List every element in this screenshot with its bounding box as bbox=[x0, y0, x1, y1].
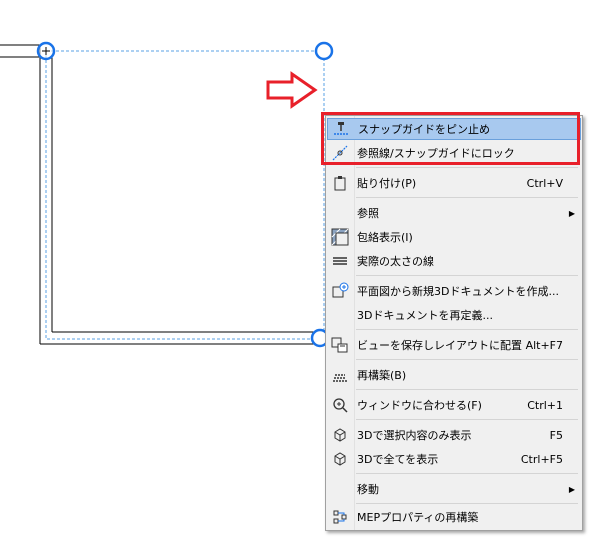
menu-item-label: 包絡表示(I) bbox=[357, 231, 413, 244]
fit-window-icon bbox=[327, 394, 353, 416]
menu-item-fit-window[interactable]: ウィンドウに合わせる(F) Ctrl+1 bbox=[327, 394, 581, 416]
menu-separator bbox=[356, 473, 578, 474]
menu-item-label: 平面図から新規3Dドキュメントを作成... bbox=[357, 285, 559, 298]
menu-item-label: ビューを保存しレイアウトに配置 bbox=[357, 339, 522, 352]
menu-item-3d-selection-only[interactable]: 3Dで選択内容のみ表示 F5 bbox=[327, 424, 581, 446]
menu-separator bbox=[356, 359, 578, 360]
menu-separator bbox=[356, 329, 578, 330]
menu-item-new-3d-document[interactable]: 平面図から新規3Dドキュメントを作成... bbox=[327, 280, 581, 302]
new-3d-document-icon bbox=[327, 280, 353, 302]
menu-separator bbox=[356, 503, 578, 504]
mep-rebuild-icon bbox=[327, 506, 353, 528]
menu-item-paste[interactable]: 貼り付け(P) Ctrl+V bbox=[327, 172, 581, 194]
line-weight-icon bbox=[327, 250, 353, 272]
menu-item-envelope-display[interactable]: 包絡表示(I) bbox=[327, 226, 581, 248]
menu-item-shortcut: F5 bbox=[549, 428, 563, 442]
3d-selection-icon bbox=[327, 424, 353, 446]
highlight-box bbox=[321, 112, 580, 165]
paste-icon bbox=[327, 172, 353, 194]
menu-item-label: 参照 bbox=[357, 207, 379, 220]
rebuild-icon bbox=[327, 364, 353, 386]
menu-separator bbox=[356, 389, 578, 390]
red-arrow-icon bbox=[266, 71, 318, 109]
hatch-icon bbox=[327, 226, 353, 248]
menu-item-label: 3Dで全てを表示 bbox=[357, 453, 439, 466]
submenu-arrow-icon: ▶ bbox=[568, 484, 575, 494]
menu-item-3d-show-all[interactable]: 3Dで全てを表示 Ctrl+F5 bbox=[327, 448, 581, 470]
menu-item-label: 3Dドキュメントを再定義... bbox=[357, 309, 493, 322]
menu-item-label: 移動 bbox=[357, 483, 379, 496]
menu-item-label: MEPプロパティの再構築 bbox=[357, 511, 479, 524]
corner-handle-top-right[interactable] bbox=[314, 41, 334, 61]
menu-item-label: 実際の太さの線 bbox=[357, 255, 434, 268]
menu-item-save-view-layout[interactable]: ビューを保存しレイアウトに配置 Alt+F7 bbox=[327, 334, 581, 356]
menu-separator bbox=[356, 167, 578, 168]
submenu-arrow-icon: ▶ bbox=[568, 208, 575, 218]
menu-item-move[interactable]: 移動 ▶ bbox=[327, 478, 581, 500]
menu-item-shortcut: Ctrl+F5 bbox=[520, 452, 563, 466]
menu-separator bbox=[356, 197, 578, 198]
menu-item-label: 3Dで選択内容のみ表示 bbox=[357, 429, 472, 442]
3d-all-icon bbox=[327, 448, 353, 470]
menu-item-reference[interactable]: 参照 ▶ bbox=[327, 202, 581, 224]
menu-item-shortcut: Ctrl+1 bbox=[527, 398, 563, 412]
menu-item-shortcut: Alt+F7 bbox=[525, 338, 563, 352]
menu-item-label: 再構築(B) bbox=[357, 369, 407, 382]
menu-separator bbox=[356, 275, 578, 276]
menu-separator bbox=[356, 419, 578, 420]
menu-item-rebuild[interactable]: 再構築(B) bbox=[327, 364, 581, 386]
context-menu: スナップガイドをピン止め 参照線/スナップガイドにロック 貼り付け(P) Ctr… bbox=[325, 115, 583, 531]
menu-item-mep-rebuild[interactable]: MEPプロパティの再構築 bbox=[327, 506, 581, 528]
menu-item-label: ウィンドウに合わせる(F) bbox=[357, 399, 482, 412]
save-view-icon bbox=[327, 334, 353, 356]
menu-item-actual-line-weight[interactable]: 実際の太さの線 bbox=[327, 250, 581, 272]
menu-item-label: 貼り付け(P) bbox=[357, 177, 417, 190]
menu-item-redefine-3d-document[interactable]: 3Dドキュメントを再定義... bbox=[327, 304, 581, 326]
menu-item-shortcut: Ctrl+V bbox=[526, 176, 563, 190]
